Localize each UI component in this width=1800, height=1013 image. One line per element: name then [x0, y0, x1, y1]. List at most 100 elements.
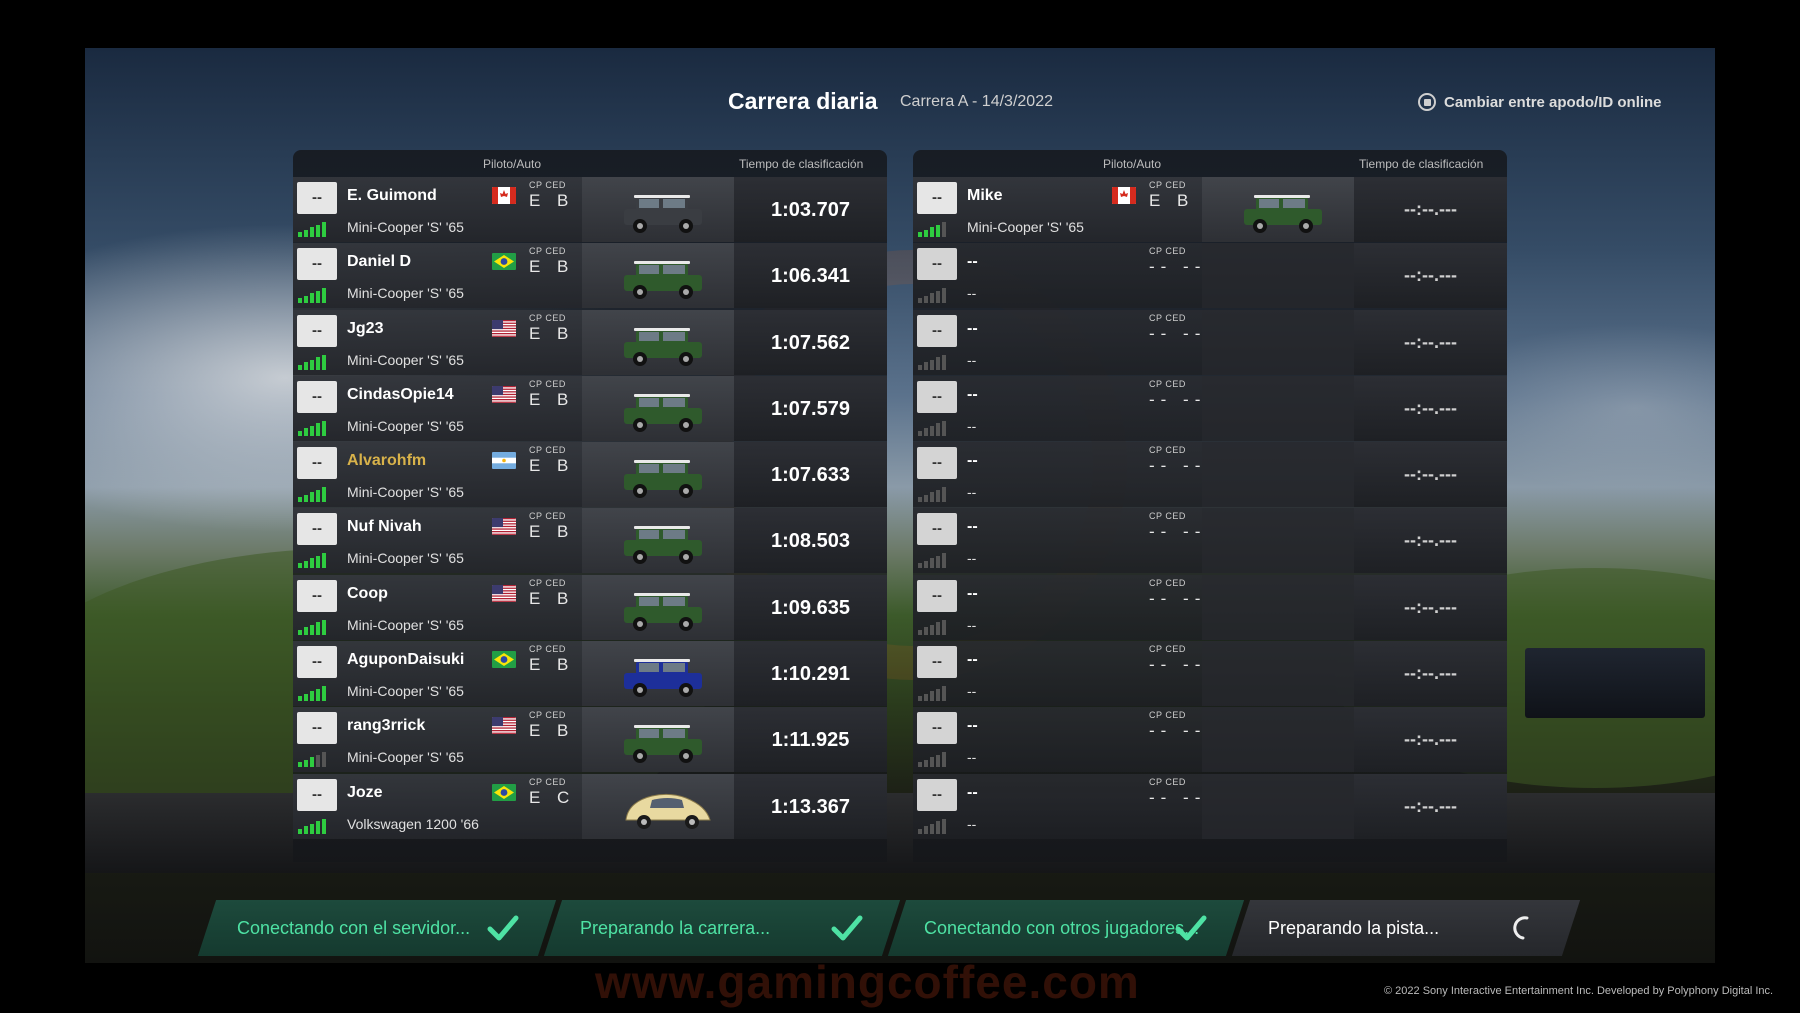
position-badge: -- — [297, 513, 337, 546]
qualifying-time: --:--.--- — [1404, 331, 1457, 352]
signal-strength-icon — [298, 354, 336, 370]
entry-row[interactable]: -- Jg23 Mini-Cooper 'S' '65 CP CED E B 1:07.5… — [293, 309, 887, 375]
signal-bar — [298, 364, 302, 370]
entry-row[interactable]: -- rang3rrick Mini-Cooper 'S' '65 CP CED E B… — [293, 707, 887, 773]
position-badge: -- — [297, 248, 337, 281]
signal-strength-icon — [918, 486, 956, 503]
toggle-nickname-id-button[interactable]: Cambiar entre apodo/ID online — [1418, 93, 1662, 111]
time-cell: --:--.--- — [1354, 243, 1507, 309]
position-badge: -- — [917, 579, 957, 612]
car-thumbnail — [1202, 177, 1354, 242]
status-step: Conectando con otros jugadores... — [887, 900, 1245, 956]
car-name: -- — [967, 550, 977, 567]
entry-row[interactable]: -- Alvarohfm Mini-Cooper 'S' '65 CP CED E B 1… — [293, 442, 887, 508]
entry-row[interactable]: -- Mike Mini-Cooper 'S' '65 CP CED E B --:--.… — [913, 177, 1507, 242]
signal-bar — [936, 754, 940, 768]
driver-name: -- — [967, 584, 978, 602]
entry-row[interactable]: -- -- -- CP CED -- -- --:--.--- — [913, 707, 1507, 773]
signal-bar — [322, 553, 326, 569]
signal-strength-icon — [298, 420, 336, 436]
car-name: Mini-Cooper 'S' '65 — [347, 550, 464, 567]
cp-ced-label: CP CED — [1149, 577, 1186, 588]
cp-ced-label: CP CED — [529, 180, 566, 190]
entry-row[interactable]: -- -- -- CP CED -- -- --:--.--- — [913, 574, 1507, 640]
qualifying-time: 1:08.503 — [771, 530, 850, 553]
cp-ced-values: E B — [529, 257, 575, 277]
signal-bar — [942, 420, 946, 436]
signal-bar — [298, 762, 302, 768]
driver-name: -- — [967, 319, 978, 337]
car-thumbnail — [582, 243, 734, 309]
qualifying-time: --:--.--- — [1404, 596, 1457, 617]
copyright-notice: © 2022 Sony Interactive Entertainment In… — [1384, 985, 1774, 997]
signal-bar — [930, 691, 934, 702]
entry-row[interactable]: -- Nuf Nivah Mini-Cooper 'S' '65 CP CED E B 1… — [293, 508, 887, 574]
time-cell: 1:10.291 — [734, 641, 887, 707]
square-button-icon — [1418, 93, 1436, 111]
cp-ced-label: CP CED — [529, 644, 566, 655]
entry-row[interactable]: -- CindasOpie14 Mini-Cooper 'S' '65 CP CED E… — [293, 375, 887, 441]
signal-bar — [924, 362, 928, 370]
entry-row[interactable]: -- Daniel D Mini-Cooper 'S' '65 CP CED E B 1:… — [293, 243, 887, 309]
signal-bar — [918, 232, 922, 237]
qualifying-time: --:--.--- — [1404, 199, 1457, 219]
signal-bar — [298, 232, 302, 237]
entry-row[interactable]: -- E. Guimond Mini-Cooper 'S' '65 CP CED E B… — [293, 177, 887, 242]
cp-ced-values: E B — [529, 721, 575, 741]
signal-bar — [322, 619, 326, 635]
usa-flag-icon — [492, 385, 516, 403]
cp-ced-label: CP CED — [1149, 445, 1186, 456]
qualifying-time: 1:06.341 — [771, 265, 850, 288]
entry-row[interactable]: -- -- -- CP CED -- -- --:--.--- — [913, 375, 1507, 441]
car-name: Mini-Cooper 'S' '65 — [347, 417, 464, 434]
entry-row[interactable]: -- -- -- CP CED -- -- --:--.--- — [913, 309, 1507, 375]
cp-ced-values: E B — [529, 588, 575, 608]
signal-bar — [310, 691, 314, 702]
entry-row[interactable]: -- Coop Mini-Cooper 'S' '65 CP CED E B 1:09.6… — [293, 574, 887, 640]
signal-bar — [942, 686, 946, 702]
brazil-flag-icon — [492, 253, 516, 271]
cp-ced-label: CP CED — [1149, 246, 1186, 257]
entry-row[interactable]: -- -- -- CP CED -- -- --:--.--- — [913, 442, 1507, 508]
signal-bar — [316, 224, 320, 237]
signal-strength-icon — [298, 818, 336, 834]
signal-bar — [930, 823, 934, 834]
signal-bar — [304, 494, 308, 503]
entry-row[interactable]: -- -- -- CP CED -- -- --:--.--- — [913, 773, 1507, 839]
signal-bar — [316, 754, 320, 768]
signal-bar — [304, 693, 308, 702]
argentina-flag-icon — [492, 452, 516, 470]
signal-bar — [930, 359, 934, 370]
signal-bar — [316, 821, 320, 834]
qualifying-time: 1:10.291 — [771, 663, 850, 686]
entry-row[interactable]: -- -- -- CP CED -- -- --:--.--- — [913, 641, 1507, 707]
position-badge: -- — [297, 712, 337, 745]
signal-bar — [942, 818, 946, 834]
signal-bar — [298, 629, 302, 635]
signal-bar — [936, 224, 940, 237]
cp-ced-label: CP CED — [1149, 644, 1186, 655]
position-badge: -- — [917, 314, 957, 347]
cp-ced-label: CP CED — [529, 710, 566, 721]
signal-strength-icon — [918, 221, 956, 237]
signal-bar — [930, 492, 934, 503]
entry-row[interactable]: -- -- -- CP CED -- -- --:--.--- — [913, 508, 1507, 574]
cp-ced-label: CP CED — [529, 378, 566, 389]
status-step-label: Conectando con el servidor... — [237, 917, 471, 938]
driver-name: -- — [967, 651, 978, 669]
signal-strength-icon — [298, 287, 336, 304]
cp-ced-label: CP CED — [529, 577, 566, 588]
entry-row[interactable]: -- Joze Volkswagen 1200 '66 CP CED E C 1:13.3… — [293, 773, 887, 839]
position-badge: -- — [917, 513, 957, 546]
entry-row[interactable]: -- AguponDaisuki Mini-Cooper 'S' '65 CP CED… — [293, 641, 887, 707]
checkmark-icon — [487, 914, 519, 947]
entry-row[interactable]: -- -- -- CP CED -- -- --:--.--- — [913, 243, 1507, 309]
driver-name: -- — [967, 452, 978, 470]
cp-ced-values: E B — [529, 655, 575, 675]
qualifying-time: 1:13.367 — [771, 795, 850, 818]
rows-left: -- E. Guimond Mini-Cooper 'S' '65 CP CED E B… — [293, 177, 887, 839]
signal-bar — [310, 823, 314, 834]
time-cell: 1:06.341 — [734, 243, 887, 309]
signal-bar — [322, 354, 326, 370]
car-thumbnail — [582, 177, 734, 242]
